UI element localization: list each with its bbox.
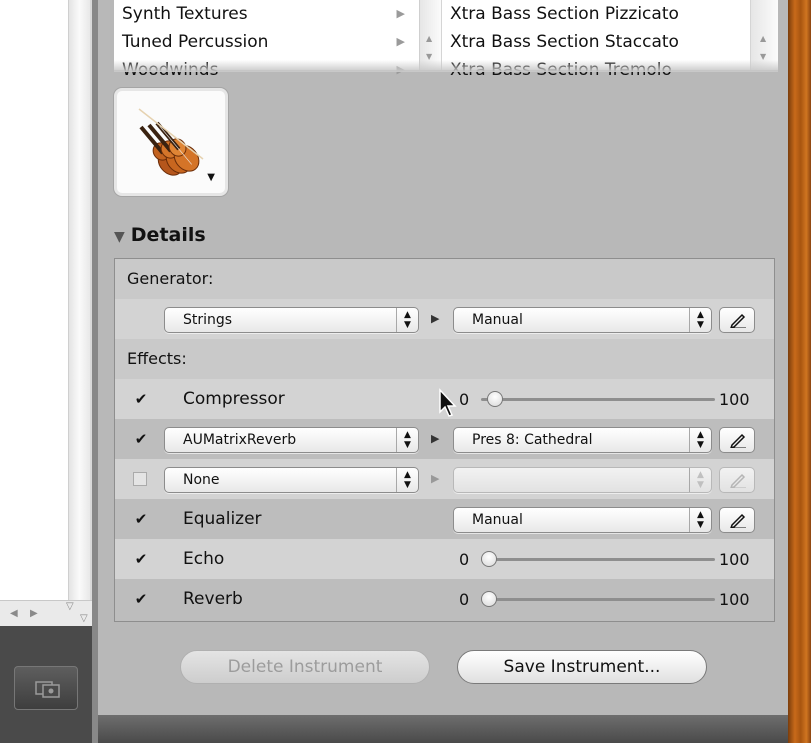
effect-preset-popup[interactable]: Pres 8: Cathedral ▲ ▼ — [453, 427, 712, 453]
effect-row-reverb: ✔ Reverb 0 100 — [115, 579, 774, 621]
details-panel: Generator: Strings ▲ ▼ ▶ Manual ▲ ▼ Effect… — [114, 258, 775, 622]
reverb-slider-knob[interactable] — [481, 591, 497, 607]
effect-row-equalizer: ✔ Equalizer Manual ▲ ▼ — [115, 499, 774, 539]
pencil-icon — [730, 313, 746, 328]
details-disclosure[interactable]: ▼ Details — [114, 224, 206, 246]
echo-slider-track[interactable] — [481, 558, 715, 561]
media-browser-button[interactable] — [14, 666, 78, 710]
effect-enable-checkbox[interactable]: ✔ — [133, 511, 149, 527]
equalizer-preset-popup[interactable]: Manual ▲ ▼ — [453, 507, 712, 533]
delete-instrument-button[interactable]: Delete Instrument — [180, 650, 430, 684]
list-item[interactable]: Tuned Percussion ▶ — [114, 28, 419, 56]
track-list-vertical-scrollbar[interactable] — [68, 0, 90, 600]
popup-value: Manual — [472, 312, 523, 328]
zoom-marker-icon[interactable]: ▽ — [80, 613, 88, 624]
left-panel: ◀ ▶ ▽ ▽ — [0, 0, 98, 743]
effect-name: Reverb — [183, 589, 243, 609]
effect-edit-button[interactable] — [719, 467, 755, 493]
violin-icon — [138, 108, 204, 176]
list-fade — [114, 60, 778, 72]
media-browser-icon — [35, 681, 60, 698]
left-toolbar — [0, 626, 98, 743]
popup-value: AUMatrixReverb — [183, 432, 297, 448]
compressor-slider-knob[interactable] — [487, 391, 503, 407]
effect-name: Equalizer — [183, 509, 262, 529]
mouse-cursor-icon — [439, 388, 457, 417]
popup-value: Strings — [183, 312, 233, 328]
disclosure-triangle-icon: ▼ — [114, 229, 125, 245]
instrument-label: Xtra Bass Section Staccato — [450, 32, 679, 52]
track-list-area — [0, 0, 68, 600]
effect-edit-button[interactable] — [719, 427, 755, 453]
effect-enable-checkbox[interactable]: ✔ — [133, 391, 149, 407]
generator-label: Generator: — [127, 269, 214, 288]
echo-slider-knob[interactable] — [481, 551, 497, 567]
play-arrow-icon: ▶ — [431, 432, 440, 445]
effect-row-aumatrixreverb: ✔ AUMatrixReverb ▲ ▼ ▶ Pres 8: Cathedral … — [115, 419, 774, 459]
instrument-icon-picker[interactable]: ▼ — [114, 88, 228, 196]
bottom-bar — [98, 715, 788, 743]
generator-instrument-popup[interactable]: Strings ▲ ▼ — [164, 307, 419, 333]
effect-enable-checkbox[interactable] — [133, 472, 147, 486]
popup-value: Pres 8: Cathedral — [472, 432, 593, 448]
scroll-right-icon[interactable]: ▶ — [30, 608, 38, 619]
effect-edit-button[interactable] — [719, 507, 755, 533]
track-list-horizontal-scrollbar[interactable]: ◀ ▶ ▽ ▽ — [0, 600, 92, 626]
effect-preset-popup[interactable]: ▲ ▼ — [453, 467, 712, 493]
slider-min-label: 0 — [459, 390, 470, 409]
pencil-icon — [730, 473, 746, 488]
list-item[interactable]: Xtra Bass Section Staccato — [420, 28, 750, 56]
popup-value: None — [183, 472, 220, 488]
save-instrument-button[interactable]: Save Instrument... — [457, 650, 707, 684]
effect-type-popup[interactable]: AUMatrixReverb ▲ ▼ — [164, 427, 419, 453]
effects-header: Effects: — [115, 339, 774, 379]
dropdown-caret-icon: ▼ — [207, 172, 215, 183]
effect-name: Echo — [183, 549, 225, 569]
popup-stepper-icon: ▲ ▼ — [689, 428, 711, 452]
compressor-slider-track[interactable] — [481, 398, 715, 401]
slider-max-label: 100 — [719, 390, 750, 409]
generator-edit-button[interactable] — [719, 307, 755, 333]
wood-panel-edge — [788, 0, 811, 743]
popup-stepper-icon: ▲ ▼ — [689, 468, 711, 492]
effect-type-popup[interactable]: None ▲ ▼ — [164, 467, 419, 493]
effect-name: Compressor — [183, 389, 285, 409]
effect-enable-checkbox[interactable]: ✔ — [133, 431, 149, 447]
effect-row-echo: ✔ Echo 0 100 — [115, 539, 774, 579]
popup-stepper-icon: ▲ ▼ — [396, 468, 418, 492]
effect-enable-checkbox[interactable]: ✔ — [133, 591, 149, 607]
details-title: Details — [130, 224, 206, 246]
panel-divider[interactable] — [92, 0, 98, 743]
popup-stepper-icon: ▲ ▼ — [396, 428, 418, 452]
pencil-icon — [730, 513, 746, 528]
effects-label: Effects: — [127, 349, 187, 368]
slider-max-label: 100 — [719, 550, 750, 569]
slider-max-label: 100 — [719, 590, 750, 609]
generator-row: Strings ▲ ▼ ▶ Manual ▲ ▼ — [115, 299, 774, 339]
generator-preset-popup[interactable]: Manual ▲ ▼ — [453, 307, 712, 333]
popup-stepper-icon: ▲ ▼ — [689, 308, 711, 332]
zoom-marker-icon[interactable]: ▽ — [66, 601, 74, 612]
popup-stepper-icon: ▲ ▼ — [396, 308, 418, 332]
popup-stepper-icon: ▲ ▼ — [689, 508, 711, 532]
category-label: Tuned Percussion — [122, 32, 269, 52]
list-item[interactable]: Synth Textures ▶ — [114, 0, 419, 28]
reverb-slider-track[interactable] — [481, 598, 715, 601]
popup-value: Manual — [472, 512, 523, 528]
play-arrow-icon: ▶ — [431, 312, 440, 325]
category-label: Synth Textures — [122, 4, 248, 24]
pencil-icon — [730, 433, 746, 448]
effect-enable-checkbox[interactable]: ✔ — [133, 551, 149, 567]
disclosure-arrow-icon: ▶ — [396, 7, 405, 20]
scroll-up-icon[interactable]: ▲ — [760, 34, 766, 43]
instrument-label: Xtra Bass Section Pizzicato — [450, 4, 679, 24]
generator-header: Generator: — [115, 259, 774, 299]
disclosure-arrow-icon: ▶ — [396, 35, 405, 48]
list-item[interactable]: Xtra Bass Section Pizzicato — [420, 0, 750, 28]
slider-min-label: 0 — [459, 550, 470, 569]
play-arrow-icon: ▶ — [431, 472, 440, 485]
slider-min-label: 0 — [459, 590, 470, 609]
effect-row-none: None ▲ ▼ ▶ ▲ ▼ — [115, 459, 774, 499]
scroll-left-icon[interactable]: ◀ — [10, 608, 18, 619]
